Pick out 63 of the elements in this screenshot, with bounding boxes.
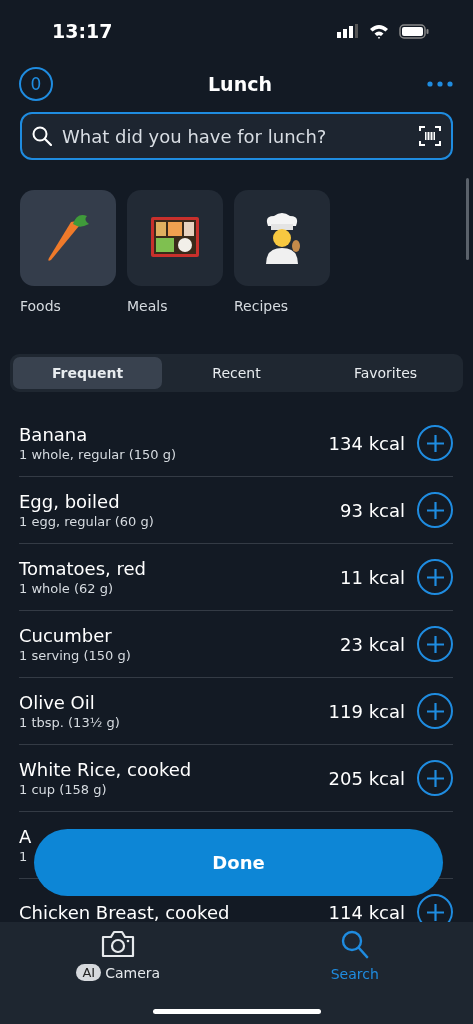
food-name: Chicken Breast, cooked	[19, 901, 230, 922]
search-icon	[340, 930, 369, 960]
plus-icon	[426, 635, 444, 653]
plus-icon	[426, 903, 444, 921]
calorie-count: 114 kcal	[328, 901, 405, 922]
plus-icon	[426, 434, 444, 452]
plus-icon	[426, 702, 444, 720]
search-icon	[32, 126, 52, 146]
food-serving: 1 whole (62 g)	[19, 581, 115, 596]
calorie-count: 93 kcal	[340, 499, 405, 521]
tab[interactable]: Frequent	[13, 357, 162, 389]
search-field[interactable]: What did you have for lunch?	[20, 112, 453, 160]
nav-tab[interactable]: Search	[236, 930, 473, 1024]
food-serving: 1 serving (150 g)	[19, 648, 131, 663]
category-tile[interactable]	[127, 190, 223, 286]
food-name: White Rice, cooked	[19, 759, 192, 780]
add-button[interactable]	[417, 492, 453, 528]
calorie-count: 205 kcal	[328, 767, 405, 789]
done-button[interactable]: Done	[34, 829, 443, 896]
food-serving: 1 egg, regular (60 g)	[19, 514, 154, 529]
plus-icon	[426, 769, 444, 787]
wifi-icon	[369, 23, 389, 39]
food-serving: 1 tbsp. (13½ g)	[19, 715, 120, 730]
add-button[interactable]	[417, 693, 453, 729]
nav-label: Camera	[105, 964, 161, 981]
category-label: Recipes	[234, 298, 290, 314]
barcode-scan-icon[interactable]	[419, 125, 441, 147]
food-name: Tomatoes, red	[19, 558, 146, 579]
counter-badge[interactable]: 0	[19, 67, 53, 101]
calorie-count: 134 kcal	[328, 432, 405, 454]
ai-badge: AI	[76, 964, 102, 981]
plus-icon	[426, 501, 444, 519]
food-name: Egg, boiled	[19, 491, 121, 512]
category-tile[interactable]	[234, 190, 330, 286]
food-serving: 1 whole, regular (150 g)	[19, 447, 177, 462]
bento-box-icon	[150, 216, 200, 260]
camera-icon	[100, 930, 137, 958]
tab[interactable]: Favorites	[311, 357, 460, 389]
food-name: A	[19, 826, 32, 847]
signal-icon	[337, 24, 359, 38]
status-time: 13:17	[52, 20, 113, 42]
add-button[interactable]	[417, 425, 453, 461]
calorie-count: 119 kcal	[328, 700, 405, 722]
food-serving: 1	[19, 849, 29, 864]
battery-icon	[399, 23, 429, 39]
add-button[interactable]	[417, 559, 453, 595]
food-name: Olive Oil	[19, 692, 96, 713]
plus-icon	[426, 568, 444, 586]
calorie-count: 11 kcal	[340, 566, 405, 588]
add-button[interactable]	[417, 760, 453, 796]
category-label: Foods	[20, 298, 62, 314]
add-button[interactable]	[417, 626, 453, 662]
nav-label: Search	[330, 966, 379, 982]
more-icon[interactable]	[427, 81, 453, 87]
food-name: Cucumber	[19, 625, 113, 646]
food-name: Banana	[19, 424, 89, 445]
category-label: Meals	[127, 298, 169, 314]
calorie-count: 23 kcal	[340, 633, 405, 655]
tab[interactable]: Recent	[162, 357, 311, 389]
food-serving: 1 cup (158 g)	[19, 782, 108, 797]
category-tile[interactable]	[20, 190, 116, 286]
screen-title: Lunch	[208, 73, 272, 95]
nav-tab[interactable]: AI Camera	[0, 930, 237, 1024]
